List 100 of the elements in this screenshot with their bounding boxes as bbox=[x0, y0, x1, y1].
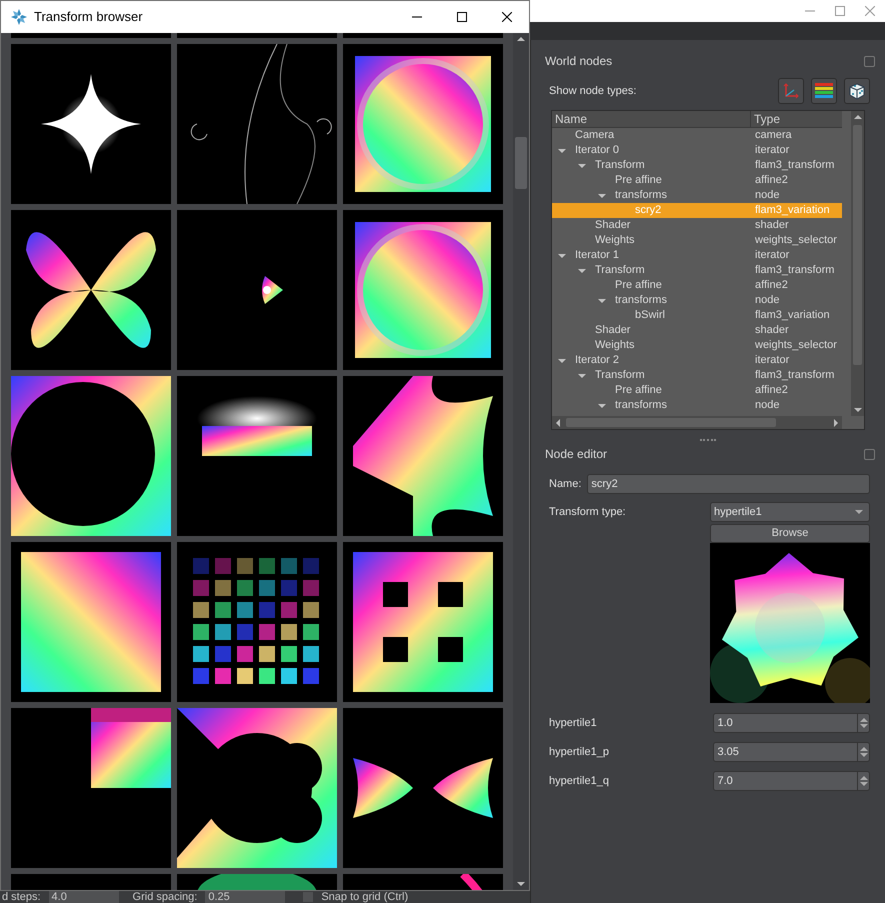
expanded-arrow-icon[interactable] bbox=[578, 164, 586, 168]
expanded-arrow-icon[interactable] bbox=[598, 194, 606, 198]
browse-button[interactable]: Browse bbox=[710, 524, 870, 543]
expanded-arrow-icon[interactable] bbox=[558, 254, 566, 258]
node-type: affine2 bbox=[754, 383, 788, 398]
node-name: transforms bbox=[615, 188, 667, 204]
window-title: Transform browser bbox=[34, 8, 143, 26]
transform-type-label: Transform type: bbox=[549, 505, 627, 520]
tree-row[interactable]: transforms node bbox=[552, 293, 842, 308]
node-tree[interactable] bbox=[551, 110, 865, 430]
tree-row[interactable]: Transform flam3_transform bbox=[552, 158, 842, 173]
expanded-arrow-icon[interactable] bbox=[558, 148, 566, 152]
snap-checkbox[interactable] bbox=[303, 892, 314, 902]
node-name: Iterator 0 bbox=[575, 143, 620, 158]
grid-spacing-label[interactable]: Grid spacing: bbox=[132, 891, 198, 903]
tree-row[interactable]: transforms node bbox=[552, 188, 842, 203]
horizontal-scrollbar[interactable] bbox=[552, 416, 842, 429]
tree-row[interactable]: bSwirl flam3_variation bbox=[552, 308, 842, 323]
node-name: Pre affine bbox=[615, 173, 662, 188]
spin-arrows-icon bbox=[857, 714, 869, 732]
column-header[interactable]: Type bbox=[751, 111, 780, 127]
scroll-right-icon bbox=[834, 418, 838, 426]
node-name: Weights bbox=[595, 233, 635, 248]
node-type: iterator bbox=[754, 353, 790, 368]
splitter-handle[interactable] bbox=[700, 439, 716, 441]
spin-arrows-icon bbox=[857, 772, 869, 790]
spin-box[interactable]: 3.05 bbox=[713, 742, 870, 762]
show-types-label: Show node types: bbox=[549, 84, 636, 99]
node-name: transforms bbox=[615, 293, 667, 308]
node-type: flam3_variation bbox=[754, 308, 830, 324]
panel-title: Node editor bbox=[545, 446, 608, 463]
node-type: shader bbox=[754, 218, 789, 234]
expanded-arrow-icon[interactable] bbox=[578, 374, 586, 378]
expanded-arrow-icon[interactable] bbox=[578, 268, 586, 272]
tree-row[interactable]: Shader shader bbox=[552, 323, 842, 338]
tree-row[interactable]: Pre affine affine2 bbox=[552, 173, 842, 188]
transform-type-dropdown[interactable]: hypertile1 bbox=[710, 502, 870, 522]
node-type: affine2 bbox=[754, 173, 788, 188]
tree-row[interactable]: transforms node bbox=[552, 398, 842, 413]
scroll-up-icon bbox=[854, 115, 862, 119]
node-name: Iterator 1 bbox=[575, 248, 620, 264]
vertical-scrollbar[interactable] bbox=[851, 111, 864, 416]
dice-icon[interactable] bbox=[844, 78, 870, 104]
panel-title: World nodes bbox=[545, 53, 612, 70]
node-type: node bbox=[754, 188, 780, 204]
node-name: transforms bbox=[615, 398, 667, 414]
color-bars-icon[interactable] bbox=[811, 78, 837, 104]
node-type: flam3_variation bbox=[754, 203, 830, 218]
scroll-left-icon bbox=[556, 418, 560, 426]
node-type: affine2 bbox=[754, 278, 788, 294]
node-type: iterator bbox=[754, 143, 790, 158]
node-name: Transform bbox=[595, 158, 645, 174]
expanded-arrow-icon[interactable] bbox=[558, 358, 566, 362]
axes-icon[interactable] bbox=[778, 78, 804, 104]
vertical-scrollbar[interactable] bbox=[513, 33, 529, 890]
snap-label[interactable]: Snap to grid (Ctrl) bbox=[321, 891, 408, 903]
tree-row[interactable]: Transform flam3_transform bbox=[552, 368, 842, 383]
node-type: camera bbox=[754, 128, 792, 144]
spin-arrows-icon bbox=[857, 743, 869, 761]
steps-label: d steps: bbox=[2, 891, 41, 903]
node-type: weights_selector bbox=[754, 338, 837, 354]
float-icon[interactable] bbox=[864, 448, 875, 460]
node-name: Pre affine bbox=[615, 278, 662, 294]
tree-row[interactable]: Pre affine affine2 bbox=[552, 383, 842, 398]
name-field[interactable]: scry2 bbox=[587, 474, 870, 494]
node-name: scry2 bbox=[635, 203, 662, 218]
tree-row[interactable]: Weights weights_selector bbox=[552, 233, 842, 248]
expanded-arrow-icon[interactable] bbox=[598, 404, 606, 408]
tree-row[interactable]: Iterator 0 iterator bbox=[552, 143, 842, 158]
node-type: iterator bbox=[754, 248, 790, 264]
param-label: hypertile1_p bbox=[549, 744, 610, 760]
tree-row[interactable]: Pre affine affine2 bbox=[552, 278, 842, 293]
app-icon bbox=[10, 8, 28, 26]
spin-box[interactable]: 7.0 bbox=[713, 771, 870, 791]
tree-row[interactable]: Shader shader bbox=[552, 218, 842, 233]
node-type: node bbox=[754, 398, 780, 414]
steps-field[interactable]: 4.0 bbox=[48, 891, 119, 903]
node-type: flam3_transform bbox=[754, 263, 834, 278]
scroll-down-icon bbox=[517, 882, 525, 886]
name-label: Name: bbox=[549, 476, 582, 492]
node-name: Iterator 2 bbox=[575, 353, 620, 368]
tree-row[interactable]: Iterator 1 iterator bbox=[552, 248, 842, 263]
expanded-arrow-icon[interactable] bbox=[598, 298, 606, 302]
column-header[interactable]: Name bbox=[552, 111, 751, 127]
node-name: bSwirl bbox=[635, 308, 665, 324]
node-name: Shader bbox=[595, 323, 630, 338]
tree-row[interactable]: Transform flam3_transform bbox=[552, 263, 842, 278]
spin-box[interactable]: 1.0 bbox=[713, 713, 870, 733]
node-name: Weights bbox=[595, 338, 635, 354]
node-name: Camera bbox=[575, 128, 614, 144]
node-name: Transform bbox=[595, 368, 645, 384]
node-type: weights_selector bbox=[754, 233, 837, 248]
tree-row[interactable]: Iterator 2 iterator bbox=[552, 353, 842, 368]
float-icon[interactable] bbox=[864, 56, 875, 66]
node-name: Transform bbox=[595, 263, 645, 278]
tree-row[interactable]: Camera camera bbox=[552, 128, 842, 143]
dropdown-arrow-icon bbox=[855, 510, 863, 514]
grid-spacing-field[interactable]: 0.25 bbox=[205, 891, 286, 903]
node-type: node bbox=[754, 293, 780, 308]
tree-row[interactable]: Weights weights_selector bbox=[552, 338, 842, 353]
